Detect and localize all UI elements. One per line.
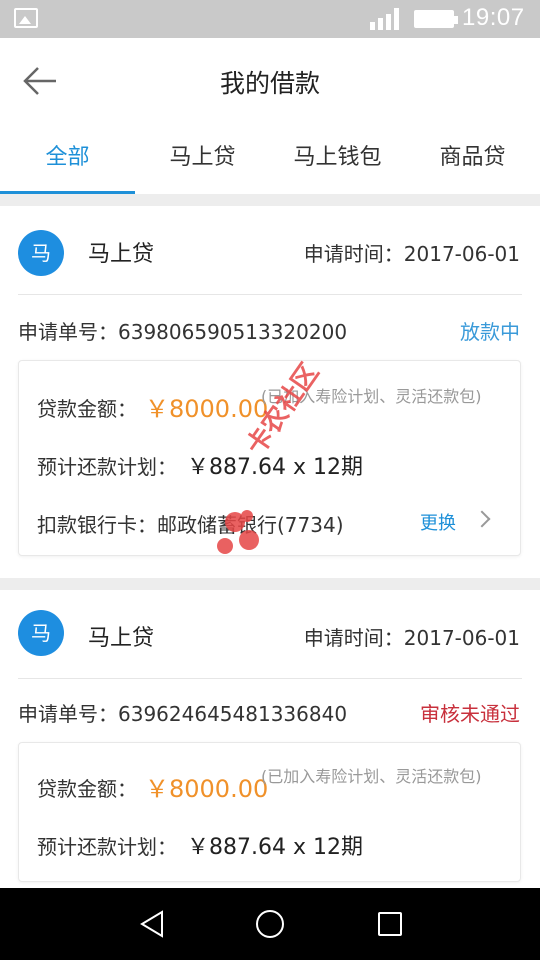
order-row: 申请单号：639806590513320200 放款中 [0, 302, 540, 358]
loan-amount-note: (已加入寿险计划、灵活还款包) [261, 767, 482, 786]
tab-all[interactable]: 全部 [0, 126, 135, 194]
loan-card[interactable]: 马 马上贷 申请时间：2017-06-01 申请单号：6396246454813… [0, 590, 540, 888]
status-time: 19:07 [462, 4, 525, 31]
status-badge: 放款中 [460, 320, 520, 344]
repayment-plan-value: ￥887.64 x 12期 [187, 455, 363, 480]
page-title: 我的借款 [219, 69, 320, 98]
tab-mashang-wallet[interactable]: 马上钱包 [270, 126, 405, 194]
order-number-value: 639806590513320200 [118, 320, 348, 344]
loan-amount-label: 贷款金额： [37, 777, 137, 801]
loan-detail-box: 贷款金额： ￥8000.00 (已加入寿险计划、灵活还款包) 预计还款计划： ￥… [18, 360, 521, 556]
image-icon [14, 8, 38, 28]
loan-detail-box: 贷款金额： ￥8000.00 (已加入寿险计划、灵活还款包) 预计还款计划： ￥… [18, 742, 521, 882]
repayment-plan-label: 预计还款计划： [37, 455, 177, 479]
apply-time-value: 2017-06-01 [403, 626, 520, 650]
product-avatar: 马 [18, 610, 64, 656]
status-bar: 19:07 [0, 0, 540, 38]
tab-mashangdai[interactable]: 马上贷 [135, 126, 270, 194]
order-number-label: 申请单号： [18, 702, 118, 726]
nav-recent-apps-icon[interactable] [378, 912, 402, 936]
loan-amount-label: 贷款金额： [37, 397, 137, 421]
chevron-right-icon[interactable] [473, 510, 491, 528]
repayment-plan-label: 预计还款计划： [37, 835, 177, 859]
order-number: 申请单号：639624645481336840 [18, 698, 347, 727]
divider [18, 294, 522, 295]
apply-time: 申请时间：2017-06-01 [304, 622, 520, 651]
tab-goods-loan[interactable]: 商品贷 [405, 126, 540, 194]
order-number-label: 申请单号： [18, 320, 118, 344]
card-header: 马 马上贷 申请时间：2017-06-01 [0, 206, 540, 296]
product-name: 马上贷 [88, 242, 155, 267]
apply-time-label: 申请时间： [303, 242, 404, 266]
loan-amount-value: ￥8000.00 [145, 775, 269, 803]
bank-card-value: 邮政储蓄银行(7734) [157, 513, 344, 537]
nav-back-icon[interactable] [138, 910, 166, 938]
status-badge: 审核未通过 [420, 702, 520, 726]
card-header: 马 马上贷 申请时间：2017-06-01 [0, 590, 540, 680]
repayment-plan-value: ￥887.64 x 12期 [187, 835, 363, 860]
bank-card: 扣款银行卡：邮政储蓄银行(7734) [37, 509, 344, 538]
bank-card-label: 扣款银行卡： [37, 513, 157, 537]
system-nav-bar [0, 888, 540, 960]
apply-time-value: 2017-06-01 [403, 242, 520, 266]
divider [0, 194, 540, 206]
order-number: 申请单号：639806590513320200 [18, 316, 347, 345]
change-card-link[interactable]: 更换 [420, 509, 456, 535]
signal-icon [370, 8, 404, 30]
tab-bar: 全部 马上贷 马上钱包 商品贷 [0, 126, 540, 194]
app-header: 我的借款 [0, 38, 540, 126]
nav-home-icon[interactable] [256, 910, 284, 938]
apply-time: 申请时间：2017-06-01 [304, 238, 520, 267]
order-number-value: 639624645481336840 [118, 702, 348, 726]
divider [18, 678, 522, 679]
apply-time-label: 申请时间： [303, 626, 404, 650]
product-avatar: 马 [18, 230, 64, 276]
order-row: 申请单号：639624645481336840 审核未通过 [0, 684, 540, 740]
product-name: 马上贷 [88, 626, 155, 651]
battery-icon [414, 10, 458, 28]
